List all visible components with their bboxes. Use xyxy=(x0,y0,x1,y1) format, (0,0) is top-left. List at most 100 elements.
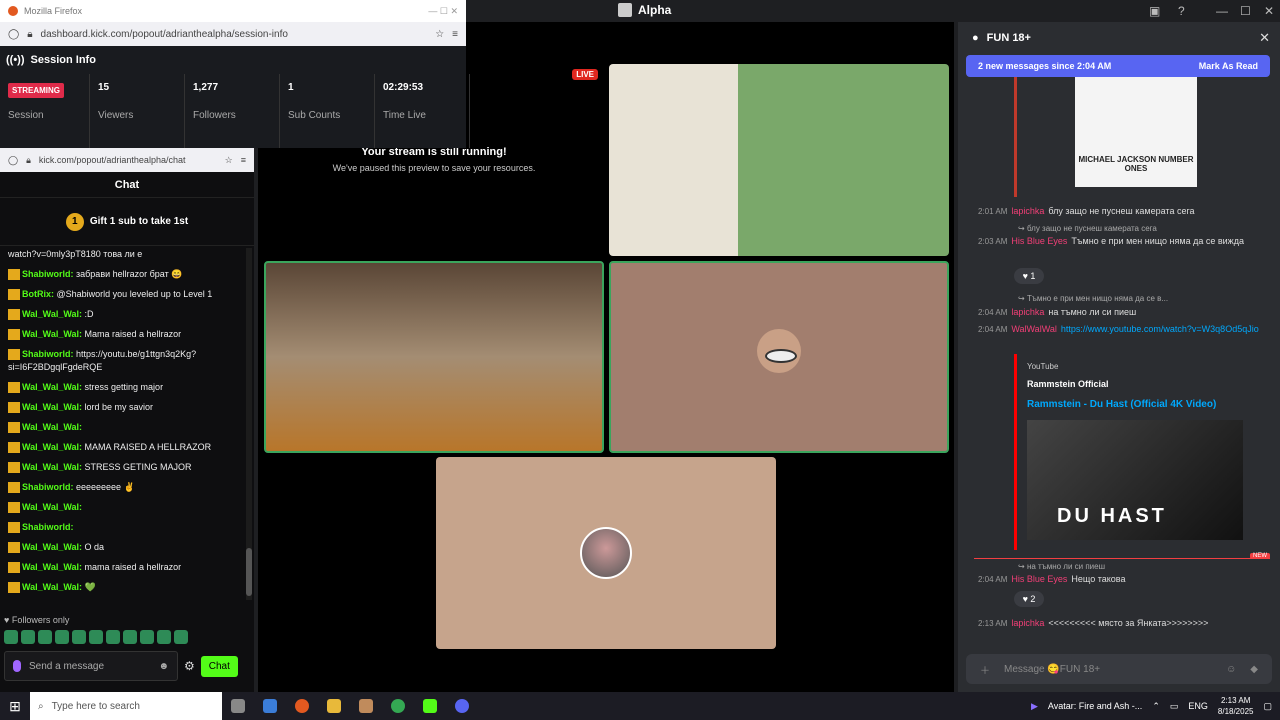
window-controls[interactable]: — ☐ ✕ xyxy=(428,6,458,17)
mic-icon[interactable] xyxy=(13,660,21,672)
send-button[interactable]: Chat xyxy=(200,655,238,677)
reply-preview[interactable]: ↪ Тъмно е при мен нищо няма да се в... xyxy=(1018,294,1168,303)
chat-message: Shabiworld: xyxy=(8,521,238,534)
windows-start-icon[interactable]: ⊞ xyxy=(0,698,30,715)
video-tile-1[interactable] xyxy=(609,64,949,256)
url-text[interactable]: dashboard.kick.com/popout/adrianthealpha… xyxy=(41,29,428,40)
now-playing[interactable]: Avatar: Fire and Ash -... xyxy=(1048,701,1142,711)
notification-icon[interactable]: ▢ xyxy=(1263,701,1272,712)
star-icon[interactable]: ☆ xyxy=(225,155,233,166)
video-thumbnail[interactable]: DU HAST xyxy=(1027,420,1243,540)
close-icon[interactable]: ✕ xyxy=(1259,30,1270,46)
chat-username[interactable]: Wal_Wal_Wal: xyxy=(22,382,82,392)
chat-username[interactable]: Shabiworld: xyxy=(22,269,74,279)
username[interactable]: WalWalWal xyxy=(1011,324,1057,334)
inbox-icon[interactable]: ▣ xyxy=(1149,4,1160,18)
chat-username[interactable]: Wal_Wal_Wal: xyxy=(22,562,82,572)
minimize-button[interactable]: — xyxy=(1216,4,1228,18)
chat-username[interactable]: Wal_Wal_Wal: xyxy=(22,422,82,432)
new-badge: NEW xyxy=(1250,553,1270,559)
badge-icon xyxy=(8,402,20,414)
emote[interactable] xyxy=(174,630,188,644)
chat-username[interactable]: Shabiworld: xyxy=(22,482,74,492)
kick-icon[interactable] xyxy=(414,692,446,720)
reply-preview[interactable]: ↪ блу защо не пуснеш камерата сега xyxy=(1018,224,1157,233)
app-icon[interactable] xyxy=(254,692,286,720)
gear-icon[interactable]: ⚙ xyxy=(184,659,195,673)
taskbar-search[interactable]: ⌕ Type here to search xyxy=(30,692,222,720)
plus-icon[interactable]: ＋ xyxy=(980,662,990,677)
task-view-icon[interactable] xyxy=(222,692,254,720)
chat-username[interactable]: Wal_Wal_Wal: xyxy=(22,309,82,319)
maximize-button[interactable]: ☐ xyxy=(1240,4,1251,18)
mark-as-read-button[interactable]: Mark As Read xyxy=(1199,61,1258,71)
firefox-icon[interactable] xyxy=(286,692,318,720)
network-icon[interactable]: ▭ xyxy=(1170,701,1179,712)
help-icon[interactable]: ? xyxy=(1178,4,1185,18)
reply-preview[interactable]: ↪ на тъмно ли си пиеш xyxy=(1018,562,1105,571)
video-tile-4[interactable] xyxy=(436,457,776,649)
image-embed[interactable]: MICHAEL JACKSON NUMBER ONES xyxy=(1014,77,1252,197)
chat-username[interactable]: Wal_Wal_Wal: xyxy=(22,542,82,552)
folder-icon[interactable] xyxy=(318,692,350,720)
message-link[interactable]: https://www.youtube.com/watch?v=W3q8Od5q… xyxy=(1061,324,1261,334)
username[interactable]: lapichka xyxy=(1011,618,1044,628)
emote-bar[interactable] xyxy=(4,630,188,644)
discord-icon[interactable] xyxy=(446,692,478,720)
language-indicator[interactable]: ENG xyxy=(1188,701,1208,711)
emote[interactable] xyxy=(21,630,35,644)
embed-author[interactable]: Rammstein Official xyxy=(1027,379,1242,389)
emote[interactable] xyxy=(55,630,69,644)
address-bar[interactable]: ◯ 🔒︎ kick.com/popout/adrianthealpha/chat… xyxy=(0,148,254,172)
search-placeholder: Type here to search xyxy=(51,700,140,712)
chat-username[interactable]: Wal_Wal_Wal: xyxy=(22,502,82,512)
media-icon[interactable]: ▶ xyxy=(1031,701,1038,712)
chat-username[interactable]: Wal_Wal_Wal: xyxy=(22,442,82,452)
chrome-icon[interactable] xyxy=(382,692,414,720)
reaction[interactable]: ♥ 1 xyxy=(1014,268,1044,284)
chat-username[interactable]: Wal_Wal_Wal: xyxy=(22,402,82,412)
album-cover[interactable]: MICHAEL JACKSON NUMBER ONES xyxy=(1075,77,1197,187)
chat-username[interactable]: Shabiworld: xyxy=(22,349,74,359)
menu-icon[interactable]: ≡ xyxy=(241,155,246,165)
message-input[interactable]: ＋ Message 😋FUN 18+ ☺ ◆ xyxy=(966,654,1272,684)
gift-banner[interactable]: 1 Gift 1 sub to take 1st xyxy=(0,198,254,246)
close-window-button[interactable]: ✕ xyxy=(1264,4,1274,18)
emote[interactable] xyxy=(140,630,154,644)
emote[interactable] xyxy=(72,630,86,644)
emote[interactable] xyxy=(38,630,52,644)
new-messages-bar[interactable]: 2 new messages since 2:04 AM Mark As Rea… xyxy=(966,55,1270,77)
clock[interactable]: 2:13 AM 8/18/2025 xyxy=(1218,695,1254,717)
media-player-icon[interactable] xyxy=(350,692,382,720)
menu-icon[interactable]: ≡ xyxy=(452,29,458,40)
username[interactable]: His Blue Eyes xyxy=(1011,574,1067,584)
chevron-up-icon[interactable]: ⌃ xyxy=(1152,701,1160,712)
chat-username[interactable]: Wal_Wal_Wal: xyxy=(22,329,82,339)
scrollbar[interactable] xyxy=(246,248,252,600)
scrollbar-thumb[interactable] xyxy=(246,548,252,596)
emote[interactable] xyxy=(4,630,18,644)
chat-username[interactable]: Wal_Wal_Wal: xyxy=(22,582,82,592)
address-bar[interactable]: ◯ 🔒︎ dashboard.kick.com/popout/adrianthe… xyxy=(0,22,466,46)
username[interactable]: lapichka xyxy=(1011,307,1044,317)
emote[interactable] xyxy=(157,630,171,644)
chat-username[interactable]: Wal_Wal_Wal: xyxy=(22,462,82,472)
gamepad-icon[interactable]: ◆ xyxy=(1250,664,1258,675)
chat-username[interactable]: BotRix: xyxy=(22,289,54,299)
chat-text: lord be my savior xyxy=(84,402,154,412)
emote[interactable] xyxy=(106,630,120,644)
star-icon[interactable]: ☆ xyxy=(435,29,444,40)
emote[interactable] xyxy=(89,630,103,644)
video-tile-2[interactable] xyxy=(264,261,604,453)
chat-input[interactable]: Send a message ☻ xyxy=(4,651,178,681)
embed-title[interactable]: Rammstein - Du Hast (Official 4K Video) xyxy=(1027,399,1242,410)
emoji-icon[interactable]: ☻ xyxy=(158,661,169,672)
username[interactable]: His Blue Eyes xyxy=(1011,236,1067,246)
video-tile-3[interactable] xyxy=(609,261,949,453)
chat-username[interactable]: Shabiworld: xyxy=(22,522,74,532)
emoji-icon[interactable]: ☺ xyxy=(1226,664,1236,675)
emote[interactable] xyxy=(123,630,137,644)
username[interactable]: lapichka xyxy=(1011,206,1044,216)
reaction[interactable]: ♥ 2 xyxy=(1014,591,1044,607)
url-text[interactable]: kick.com/popout/adrianthealpha/chat xyxy=(39,155,217,165)
